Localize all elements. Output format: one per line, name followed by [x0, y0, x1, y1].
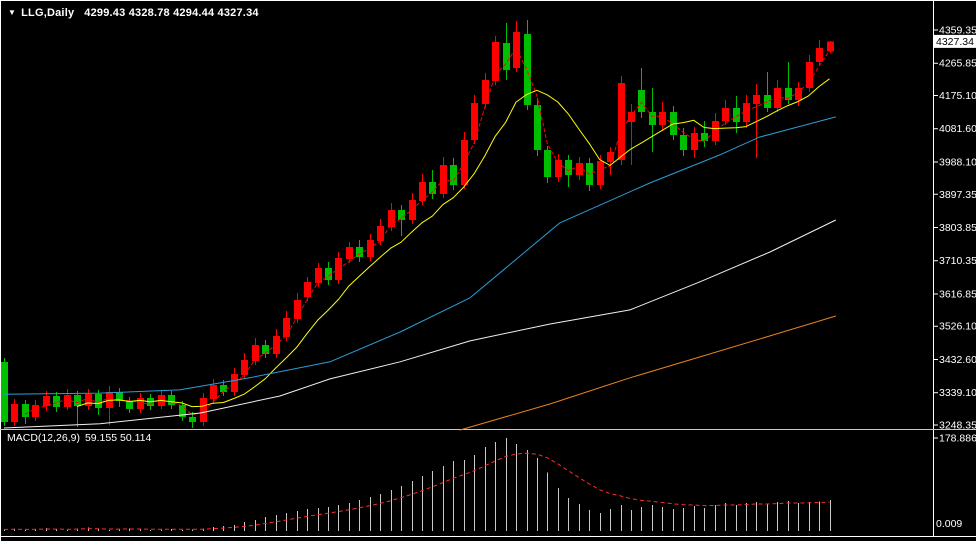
svg-text:3432.60: 3432.60 [939, 354, 976, 366]
svg-text:3710.35: 3710.35 [939, 255, 976, 267]
svg-text:4265.85: 4265.85 [939, 58, 976, 70]
svg-text:3897.35: 3897.35 [939, 189, 976, 201]
svg-text:3988.10: 3988.10 [939, 156, 976, 168]
ma-medium-line [3, 116, 836, 395]
macd-name: MACD(12,26,9) [7, 432, 80, 444]
ohlc-values: 4299.43 4328.78 4294.44 4327.34 [84, 7, 259, 19]
macd-axis[interactable]: 178.886 0.009 [933, 432, 976, 530]
price-chart-svg[interactable]: 4359.35 4265.85 4175.10 4081.60 3988.10 3897.… [0, 0, 976, 541]
current-price-tag: 4327.34 [934, 34, 976, 48]
candles-layer [1, 19, 834, 428]
ma-long-line [3, 219, 837, 429]
svg-text:0.009: 0.009 [936, 518, 962, 530]
svg-text:4081.60: 4081.60 [939, 123, 976, 135]
svg-text:3526.10: 3526.10 [939, 321, 976, 333]
svg-text:4359.35: 4359.35 [939, 25, 976, 37]
ma-longest-line [459, 315, 836, 431]
svg-text:4327.34: 4327.34 [936, 36, 974, 48]
svg-text:4175.10: 4175.10 [939, 90, 976, 102]
price-axis[interactable]: 4359.35 4265.85 4175.10 4081.60 3988.10 3897.… [933, 25, 976, 432]
macd-signal-line [3, 452, 830, 530]
svg-text:178.886: 178.886 [939, 432, 976, 444]
mt4-chart-window: 4359.35 4265.85 4175.10 4081.60 3988.10 3897.… [0, 0, 976, 541]
svg-text:3339.10: 3339.10 [939, 387, 976, 399]
svg-text:3616.85: 3616.85 [939, 288, 976, 300]
chart-title: ▼ LLG,Daily 4299.43 4328.78 4294.44 4327.3… [8, 7, 259, 19]
ma-fast-line [24, 47, 830, 416]
macd-histogram [4, 437, 831, 531]
symbol-period-label: LLG,Daily [21, 7, 75, 19]
macd-values: 59.155 50.114 [84, 432, 152, 444]
svg-text:3248.35: 3248.35 [939, 419, 976, 431]
symbol-dropdown-icon[interactable]: ▼ [8, 8, 16, 17]
macd-indicator-label: MACD(12,26,9) 59.155 50.114 [7, 432, 151, 444]
svg-text:3803.85: 3803.85 [939, 222, 976, 234]
